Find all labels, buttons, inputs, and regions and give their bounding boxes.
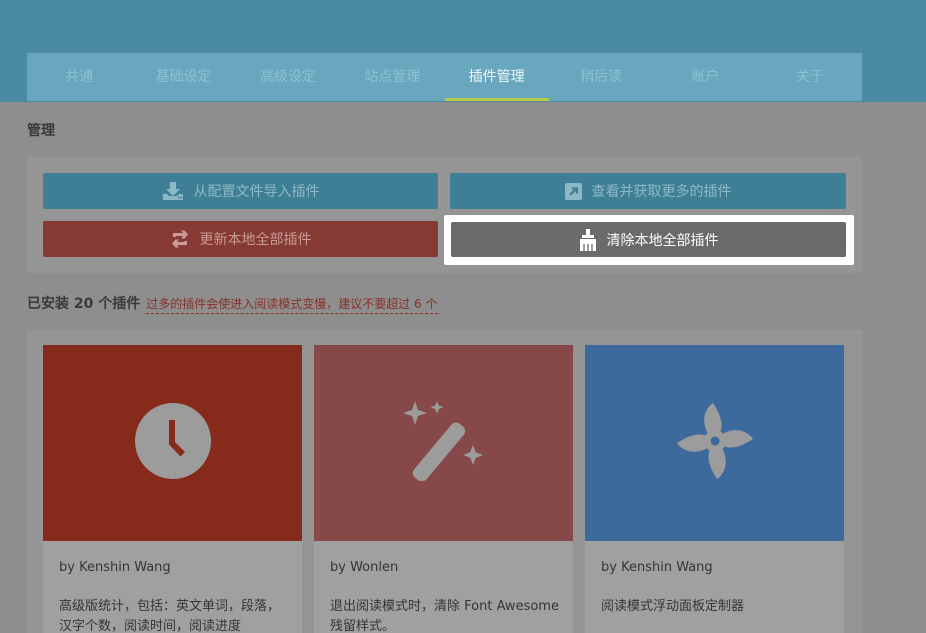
clear-all-plugins-button[interactable]: 清除本地全部插件 <box>451 222 846 257</box>
broom-icon <box>579 228 597 251</box>
tab-read-later[interactable]: 稍后读 <box>549 53 653 101</box>
settings-tabs: 共通 基础设定 高级设定 站点管理 插件管理 稍后读 账户 关于 <box>27 53 862 101</box>
installed-count: 已安装 20 个插件 <box>27 296 141 312</box>
tab-account[interactable]: 账户 <box>653 53 757 101</box>
plugin-description: 高级版统计，包括：英文单词，段落，汉字个数，阅读时间，阅读进度 <box>59 599 281 633</box>
plugin-card[interactable]: by Wonlen 退出阅读模式时，清除 Font Awesome 残留样式。 <box>314 345 573 633</box>
installed-summary: 已安装 20 个插件 过多的插件会使进入阅读模式变慢，建议不要超过 6 个 <box>27 293 438 314</box>
get-more-plugins-label: 查看并获取更多的插件 <box>591 184 732 200</box>
magic-wand-icon <box>402 401 485 485</box>
tab-common[interactable]: 共通 <box>27 53 131 101</box>
plugin-card[interactable]: by Kenshin Wang 高级版统计，包括：英文单词，段落，汉字个数，阅读… <box>43 345 302 633</box>
plugin-description: 阅读模式浮动面板定制器 <box>601 599 745 614</box>
tab-site-management[interactable]: 站点管理 <box>340 53 444 101</box>
fan-icon <box>675 401 755 485</box>
plugin-banner <box>314 345 573 541</box>
download-icon <box>162 182 184 200</box>
import-plugins-button[interactable]: 从配置文件导入插件 <box>43 173 438 209</box>
tab-basic-settings[interactable]: 基础设定 <box>131 53 235 101</box>
refresh-icon <box>170 229 190 249</box>
plugin-banner <box>43 345 302 541</box>
plugin-author: by Kenshin Wang <box>59 560 171 575</box>
update-all-plugins-button[interactable]: 更新本地全部插件 <box>43 221 438 257</box>
section-title-manage: 管理 <box>27 123 55 139</box>
plugin-author: by Kenshin Wang <box>601 560 713 575</box>
clear-all-plugins-label: 清除本地全部插件 <box>606 232 719 249</box>
installed-warning: 过多的插件会使进入阅读模式变慢，建议不要超过 6 个 <box>146 295 438 314</box>
plugin-description: 退出阅读模式时，清除 Font Awesome 残留样式。 <box>330 599 559 633</box>
import-plugins-label: 从配置文件导入插件 <box>193 184 320 200</box>
external-link-icon <box>564 182 582 200</box>
get-more-plugins-button[interactable]: 查看并获取更多的插件 <box>450 173 846 209</box>
tab-about[interactable]: 关于 <box>758 53 862 101</box>
plugin-author: by Wonlen <box>330 560 399 575</box>
plugin-banner <box>585 345 844 541</box>
update-all-plugins-label: 更新本地全部插件 <box>199 232 312 248</box>
clock-icon <box>134 402 212 484</box>
tab-advanced-settings[interactable]: 高级设定 <box>236 53 340 101</box>
plugin-card[interactable]: by Kenshin Wang 阅读模式浮动面板定制器 <box>585 345 844 633</box>
tab-plugin-management[interactable]: 插件管理 <box>444 53 550 101</box>
